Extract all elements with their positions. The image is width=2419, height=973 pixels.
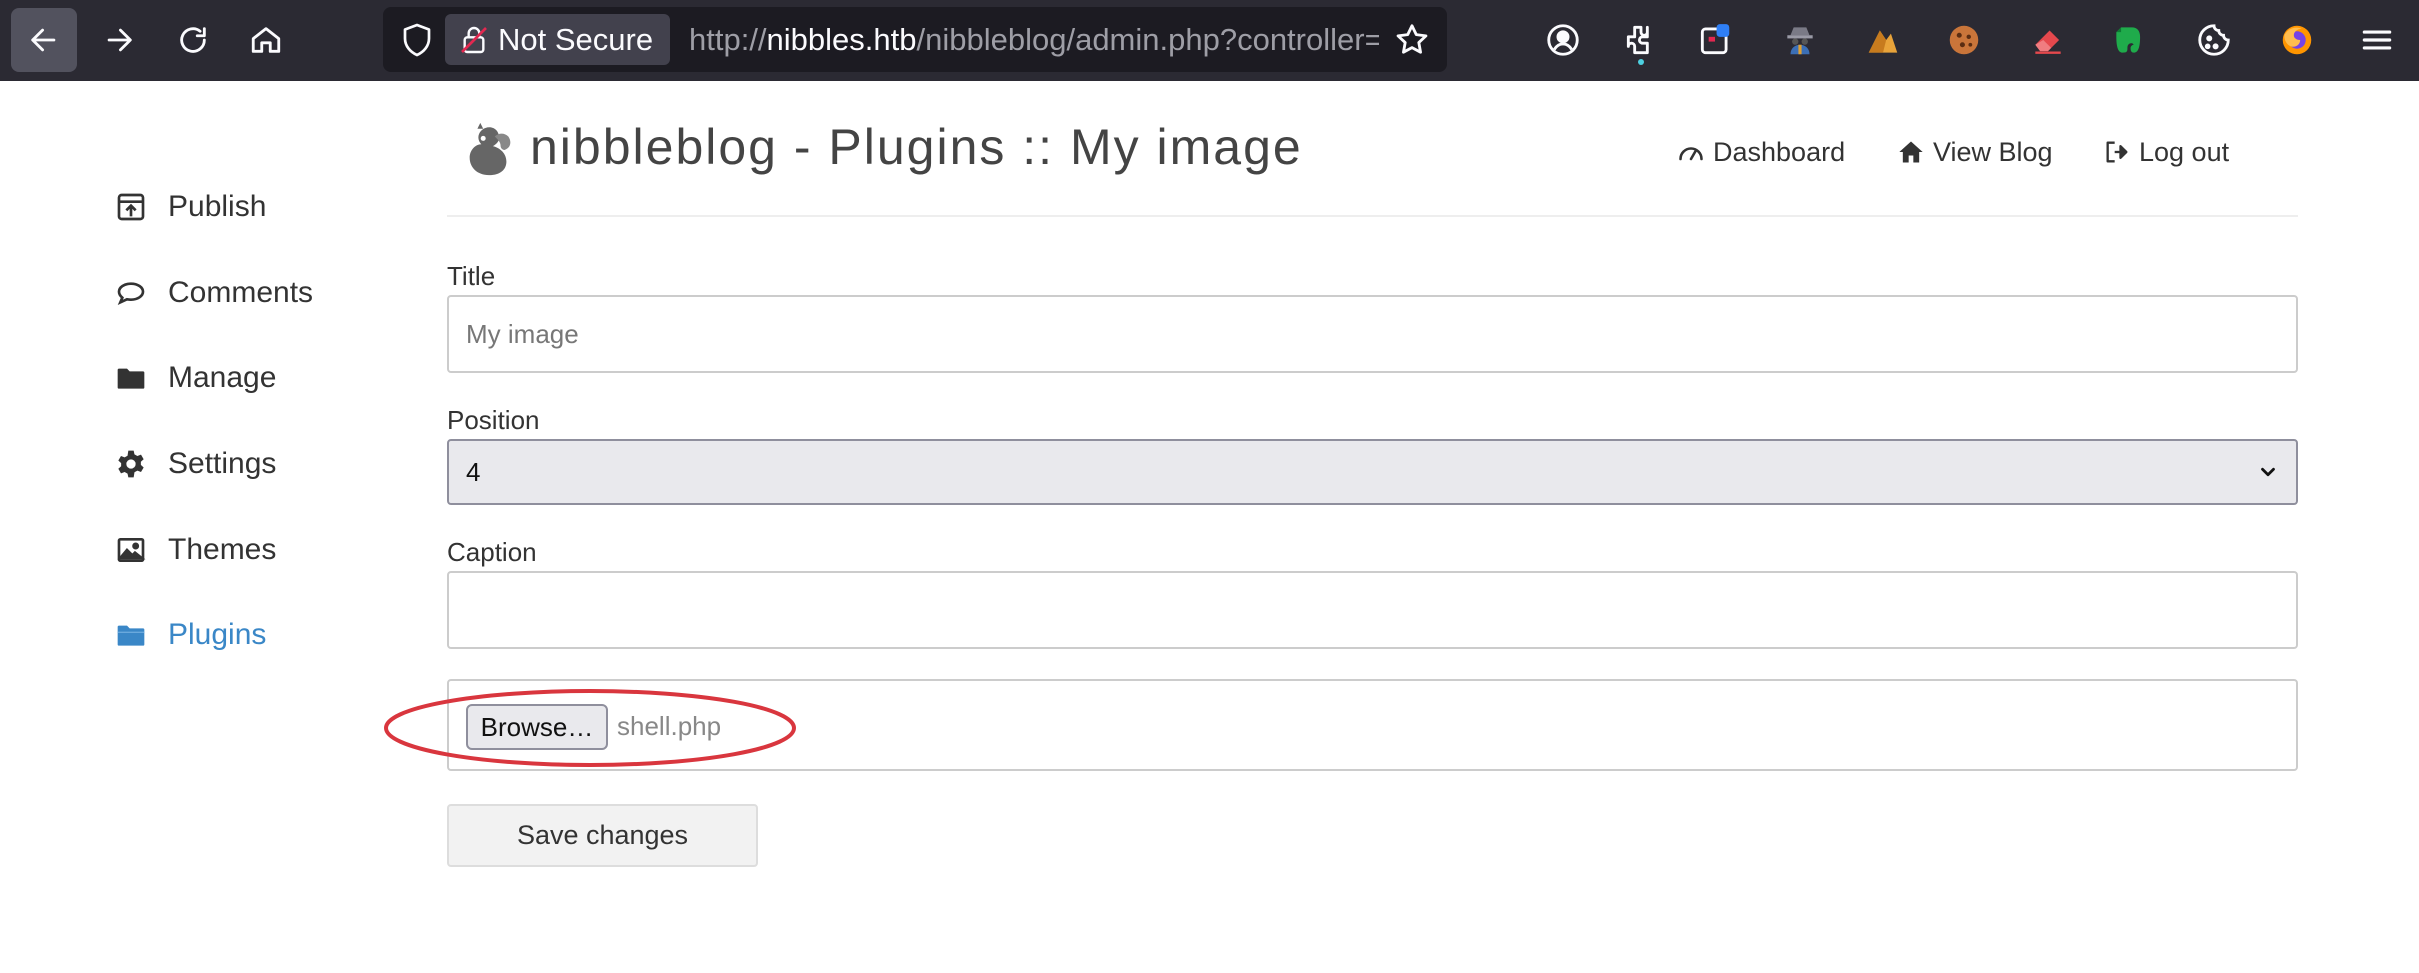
sidebar-item-comments[interactable]: Comments: [114, 268, 313, 318]
url-host: nibbles.htb: [766, 22, 917, 57]
folder-open-icon: [114, 618, 148, 652]
security-label: Not Secure: [498, 21, 654, 57]
wappalyzer-icon[interactable]: [1862, 19, 1904, 61]
security-indicator[interactable]: Not Secure: [445, 14, 670, 65]
reload-button[interactable]: [160, 8, 226, 72]
sidebar-item-label: Comments: [168, 276, 314, 309]
url-path: /nibbleblog/admin.php?controller=plugins…: [916, 22, 1380, 57]
home-button[interactable]: [233, 8, 299, 72]
caption-input[interactable]: [447, 571, 2298, 649]
firefox-icon[interactable]: [2276, 19, 2318, 61]
logout-link[interactable]: Log out: [2103, 134, 2229, 170]
title-input[interactable]: [447, 295, 2298, 373]
cookie-editor-icon[interactable]: [2193, 19, 2235, 61]
cookie-icon[interactable]: [1943, 19, 1985, 61]
view-blog-link-label: View Blog: [1933, 136, 2053, 167]
view-blog-link[interactable]: View Blog: [1897, 134, 2053, 170]
header-divider: [447, 215, 2298, 217]
bookmark-star-icon[interactable]: [1393, 21, 1431, 59]
menu-icon[interactable]: [2356, 19, 2398, 61]
evernote-icon[interactable]: [2108, 19, 2150, 61]
sidebar-item-plugins[interactable]: Plugins: [114, 610, 266, 660]
home-icon: [1899, 141, 1923, 163]
sidebar-item-label: Themes: [168, 533, 277, 566]
sidebar-item-themes[interactable]: Themes: [114, 525, 276, 575]
sidebar-item-settings[interactable]: Settings: [114, 439, 276, 489]
image-file-field: Browse… shell.php: [447, 679, 2298, 771]
gear-icon: [114, 447, 148, 481]
home-icon: [251, 27, 281, 53]
forward-button[interactable]: [86, 8, 152, 72]
dashboard-gauge-icon: [1679, 147, 1703, 161]
arrow-right-icon: [107, 28, 132, 52]
address-bar[interactable]: Not Secure http://nibbles.htb/nibbleblog…: [383, 7, 1447, 72]
dashboard-link[interactable]: Dashboard: [1677, 134, 1845, 170]
dashboard-link-label: Dashboard: [1713, 136, 1846, 167]
position-selected-value: 4: [466, 456, 481, 487]
image-icon: [114, 533, 148, 567]
sidebar-item-label: Publish: [168, 190, 267, 223]
save-changes-button[interactable]: Save changes: [447, 804, 758, 867]
container-icon[interactable]: [1694, 19, 1736, 61]
spy-icon[interactable]: [1779, 19, 1821, 61]
back-button[interactable]: [11, 8, 77, 72]
page-title: nibbleblog - Plugins :: My image: [530, 119, 1303, 175]
folder-icon: [114, 361, 148, 395]
url-prefix: http://: [689, 22, 767, 57]
sidebar-item-label: Plugins: [168, 618, 267, 651]
squirrel-logo-icon: [469, 122, 511, 176]
reload-icon: [180, 27, 206, 53]
sidebar-item-publish[interactable]: Publish: [114, 182, 266, 232]
position-label: Position: [447, 405, 540, 435]
selected-file-name: shell.php: [617, 711, 722, 741]
title-label: Title: [447, 261, 496, 291]
comment-icon: [114, 276, 148, 310]
browse-button[interactable]: Browse…: [466, 704, 608, 750]
position-select[interactable]: 4: [447, 439, 2298, 505]
logout-link-label: Log out: [2139, 136, 2230, 167]
insecure-lock-icon: [461, 26, 487, 53]
extensions-icon[interactable]: [1620, 19, 1662, 65]
account-icon[interactable]: [1542, 19, 1584, 61]
caption-label: Caption: [447, 537, 537, 567]
sidebar-item-label: Settings: [168, 447, 277, 480]
publish-icon: [114, 190, 148, 224]
chevron-down-icon: [2261, 467, 2275, 477]
browser-toolbar: Not Secure http://nibbles.htb/nibbleblog…: [0, 0, 2419, 81]
shield-icon[interactable]: [399, 21, 435, 59]
eraser-icon[interactable]: [2027, 19, 2069, 61]
arrow-left-icon: [31, 28, 56, 52]
extension-dot: [1638, 59, 1644, 65]
sidebar-item-label: Manage: [168, 361, 277, 394]
sidebar-item-manage[interactable]: Manage: [114, 353, 276, 403]
url-text[interactable]: http://nibbles.htb/nibbleblog/admin.php?…: [689, 7, 1379, 72]
logout-icon: [2106, 141, 2128, 163]
